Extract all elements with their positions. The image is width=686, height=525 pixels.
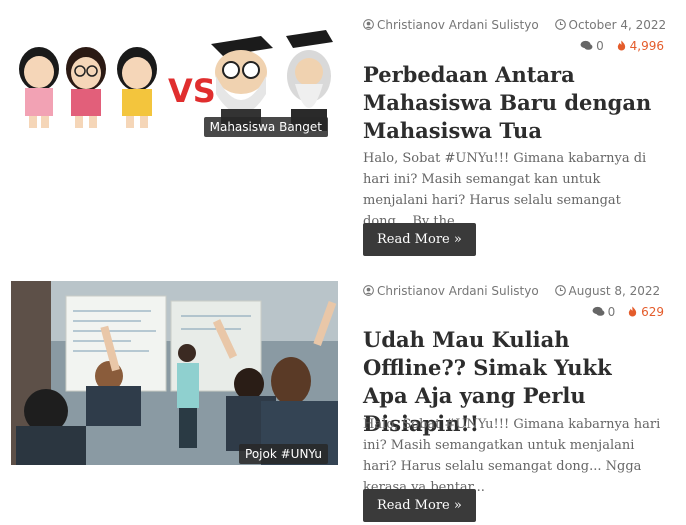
views-value: 4,996 [629,39,664,53]
fire-icon [628,306,637,317]
post-date: August 8, 2022 [554,284,667,298]
comment-icon [592,306,605,316]
post-excerpt: Halo, Sobat #UNYu!!! Gimana kabarnya har… [363,417,661,495]
views-value: 629 [641,305,664,319]
author-link[interactable]: Christianov Ardani Sulistyo [363,18,549,32]
read-more-button[interactable]: Read More » [363,489,476,522]
post-title[interactable]: Perbedaan Antara Mahasiswa Baru dengan M… [363,61,663,145]
author-name: Christianov Ardani Sulistyo [377,284,539,298]
post-thumbnail[interactable]: Pojok #UNYu [11,281,338,465]
user-icon [363,19,374,30]
comments-count[interactable]: 0 [580,39,607,53]
post-stats: 0 4,996 [580,39,664,53]
comments-value: 0 [596,39,604,53]
post-thumbnail[interactable]: VS Mahasiswa Banget [11,14,338,138]
post-meta: Christianov Ardani Sulistyo October 4, 2… [363,18,678,32]
category-badge[interactable]: Pojok #UNYu [239,444,328,464]
author-name: Christianov Ardani Sulistyo [377,18,539,32]
comments-count[interactable]: 0 [592,305,619,319]
classroom-photo [11,281,338,465]
post-excerpt: Halo, Sobat #UNYu!!! Gimana kabarnya di … [363,151,647,229]
date-text: August 8, 2022 [568,284,661,298]
clock-icon [554,285,566,296]
post-meta: Christianov Ardani Sulistyo August 8, 20… [363,284,672,298]
user-icon [363,285,374,296]
comments-value: 0 [607,305,616,319]
vs-label: VS [168,72,216,110]
post-item: Pojok #UNYu Christianov Ardani Sulistyo … [0,268,686,525]
views-count: 4,996 [616,39,664,53]
read-more-button[interactable]: Read More » [363,223,476,256]
post-stats: 0 629 [592,305,664,319]
fire-icon [617,40,625,51]
post-item: VS Mahasiswa Banget Christianov Ardani S… [0,0,686,265]
clock-icon [554,19,566,30]
comment-icon [580,40,593,50]
views-count: 629 [627,305,664,319]
category-badge[interactable]: Mahasiswa Banget [203,117,328,137]
date-text: October 4, 2022 [568,18,667,32]
author-link[interactable]: Christianov Ardani Sulistyo [363,284,549,298]
post-date: October 4, 2022 [554,18,673,32]
